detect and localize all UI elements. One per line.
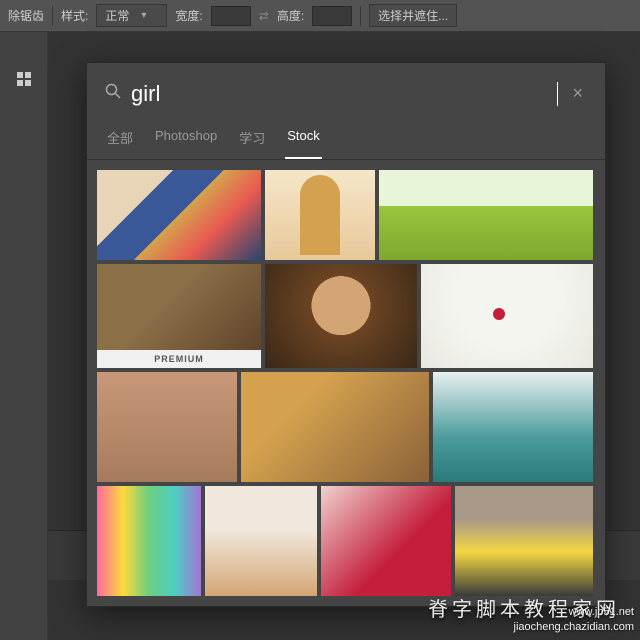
stock-thumbnail[interactable] [97, 170, 261, 260]
separator [52, 6, 53, 26]
stock-thumbnail[interactable] [97, 486, 201, 596]
result-row [97, 486, 595, 596]
style-value: 正常 [105, 7, 129, 24]
result-row [97, 372, 595, 482]
style-label: 样式: [61, 7, 88, 24]
tab-学习[interactable]: 学习 [237, 122, 267, 159]
stock-thumbnail[interactable] [379, 170, 593, 260]
select-mask-button[interactable]: 选择并遮住... [369, 4, 457, 27]
premium-badge: PREMIUM [97, 350, 261, 368]
watermark-line2: jiaocheng.chazidian.com [514, 620, 634, 634]
tab-全部[interactable]: 全部 [105, 122, 135, 159]
stock-thumbnail[interactable]: PREMIUM [97, 264, 261, 368]
stock-thumbnail[interactable] [433, 372, 593, 482]
tool-sidebar [0, 32, 48, 640]
search-input-wrap[interactable]: girl [131, 81, 558, 107]
search-input[interactable]: girl [131, 81, 557, 107]
separator [360, 6, 361, 26]
stock-thumbnail[interactable] [205, 486, 317, 596]
style-select[interactable]: 正常 [96, 4, 167, 27]
search-icon [105, 83, 121, 104]
width-input[interactable] [211, 6, 251, 26]
tab-photoshop[interactable]: Photoshop [153, 122, 219, 159]
close-icon[interactable]: × [568, 79, 587, 108]
stock-thumbnail[interactable] [265, 264, 417, 368]
stock-thumbnail[interactable] [321, 486, 451, 596]
document-area: 工作。 girl × 全部Photoshop学习Stock PREMIUM [48, 32, 640, 640]
search-row: girl × [87, 63, 605, 116]
results-grid: PREMIUM [87, 160, 605, 606]
swap-icon[interactable]: ⇄ [259, 9, 269, 23]
grid-view-icon[interactable] [17, 72, 31, 86]
stock-thumbnail[interactable] [455, 486, 593, 596]
text-cursor [557, 82, 558, 106]
stock-thumbnail[interactable] [241, 372, 429, 482]
antialias-label: 除锯齿 [8, 7, 44, 24]
result-row [97, 170, 595, 260]
search-tabs: 全部 Photoshop 学习 Stock [87, 116, 605, 160]
stock-thumbnail[interactable] [421, 264, 593, 368]
search-panel: girl × 全部 Photoshop 学习 Stock PREMIUM [86, 62, 606, 607]
stock-thumbnail[interactable] [97, 372, 237, 482]
stock-thumbnail[interactable] [265, 170, 375, 260]
height-label: 高度: [277, 7, 304, 24]
tab-stock[interactable]: Stock [285, 122, 322, 159]
height-input[interactable] [312, 6, 352, 26]
options-toolbar: 除锯齿 样式: 正常 宽度: ⇄ 高度: 选择并遮住... [0, 0, 640, 32]
result-row: PREMIUM [97, 264, 595, 368]
watermark-line1: www.jb51.net [514, 605, 634, 619]
width-label: 宽度: [175, 7, 202, 24]
watermark: www.jb51.net jiaocheng.chazidian.com [514, 605, 634, 634]
